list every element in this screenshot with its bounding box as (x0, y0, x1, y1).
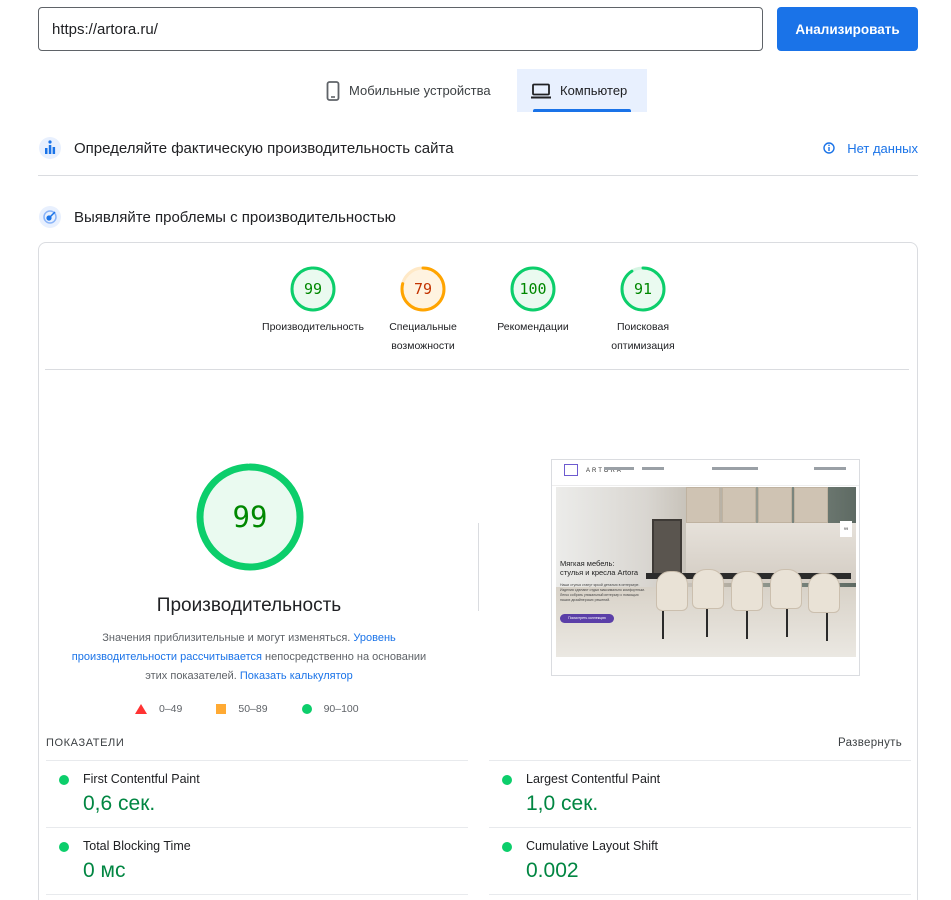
metric-name: Cumulative Layout Shift (526, 839, 659, 853)
performance-big-gauge: 99 (196, 463, 304, 571)
legend-average: 50–89 (216, 703, 268, 715)
pass-indicator-icon (502, 842, 512, 852)
pass-indicator-icon (502, 775, 512, 785)
vertical-separator (478, 523, 479, 611)
pass-indicator-icon (59, 775, 69, 785)
screenshot-headline: Мягкая мебель: стулья и кресла Artora (560, 559, 638, 577)
field-data-title: Определяйте фактическую производительнос… (74, 139, 454, 157)
screenshot-hero: Мягкая мебель: стулья и кресла Artora Наш… (556, 487, 856, 657)
tab-desktop[interactable]: Компьютер (517, 69, 647, 112)
lab-data-title: Выявляйте проблемы с производительностью (74, 208, 396, 226)
metric-tbt: Total Blocking Time 0 мс (46, 827, 468, 894)
pass-indicator-icon (59, 842, 69, 852)
artora-logo-icon (564, 464, 578, 476)
tab-mobile-label: Мобильные устройства (349, 83, 491, 98)
screenshot-body: Наши стулья станут яркой деталью в интер… (560, 583, 645, 602)
field-data-icon (38, 136, 62, 160)
square-icon (216, 704, 227, 714)
lab-data-icon (38, 205, 62, 229)
analyze-button[interactable]: Анализировать (777, 7, 918, 51)
gauge-accessibility-ring: 79 (400, 266, 446, 312)
metric-value: 1,0 сек. (526, 792, 599, 815)
page-screenshot: ARTORA Мягкая мебель: стулья и кресла Ar… (551, 459, 860, 676)
circle-icon (301, 704, 312, 714)
metric-name: Largest Contentful Paint (526, 772, 661, 786)
smartphone-icon (326, 80, 340, 101)
tab-mobile[interactable]: Мобильные устройства (316, 69, 512, 112)
gauge-performance-label: Производительность (262, 321, 364, 333)
url-input[interactable] (38, 7, 763, 51)
triangle-icon (135, 704, 147, 714)
no-data-link[interactable]: Нет данных (823, 141, 918, 156)
laptop-icon (531, 83, 551, 99)
legend-pass: 90–100 (301, 703, 359, 715)
metric-value: 0.002 (526, 859, 579, 882)
field-data-section: Определяйте фактическую производительнос… (38, 135, 918, 161)
performance-title: Производительность (156, 595, 342, 616)
calculator-link[interactable]: Показать калькулятор (240, 670, 353, 682)
gauge-best-practices-label: Рекомендации (497, 321, 569, 333)
gauge-seo[interactable]: 91 Поисковая оптимизация (588, 265, 698, 356)
tab-desktop-label: Компьютер (560, 83, 628, 98)
gauge-performance-value: 99 (304, 280, 322, 298)
gauge-accessibility[interactable]: 79 Специальные возможности (368, 265, 478, 356)
gauge-performance[interactable]: 99 Производительность (258, 265, 368, 337)
report-card: 99 Производительность 79 Специальные возм… (38, 242, 918, 900)
gauge-best-practices[interactable]: 100 Рекомендации (478, 265, 588, 337)
gauge-accessibility-value: 79 (414, 280, 432, 298)
metric-cls: Cumulative Layout Shift 0.002 (489, 827, 911, 894)
legend-fail: 0–49 (135, 703, 182, 715)
expand-toggle[interactable]: Развернуть (838, 737, 902, 749)
section-divider (38, 175, 918, 176)
metric-value: 0 мс (83, 859, 126, 882)
performance-note: Значения приблизительные и могут изменят… (71, 632, 427, 682)
card-divider (45, 369, 909, 370)
metrics-title: ПОКАЗАТЕЛИ (46, 737, 125, 749)
gauge-accessibility-label: Специальные возможности (389, 321, 457, 352)
performance-big-score: 99 (233, 500, 268, 534)
lab-section: Выявляйте проблемы с производительностью (38, 204, 918, 230)
gauge-performance-ring: 99 (290, 266, 336, 312)
screenshot-side-badge: 99 (840, 521, 852, 537)
gauge-seo-label: Поисковая оптимизация (611, 321, 675, 352)
metric-name: Total Blocking Time (83, 839, 191, 853)
metric-value: 0,6 сек. (83, 792, 156, 815)
info-icon (823, 142, 835, 154)
gauge-seo-ring: 91 (620, 266, 666, 312)
screenshot-cta: Посмотреть коллекцию (560, 614, 614, 623)
screenshot-header: ARTORA (552, 460, 859, 486)
gauge-seo-value: 91 (634, 280, 652, 298)
metric-row-divider (46, 894, 468, 895)
metric-row-divider (489, 894, 911, 895)
metric-name: First Contentful Paint (83, 772, 200, 786)
metric-lcp: Largest Contentful Paint 1,0 сек. (489, 760, 911, 827)
score-legend: 0–49 50–89 90–100 (135, 703, 393, 715)
gauge-best-practices-ring: 100 (510, 266, 556, 312)
no-data-label: Нет данных (847, 140, 918, 156)
metric-fcp: First Contentful Paint 0,6 сек. (46, 760, 468, 827)
gauge-best-practices-value: 100 (519, 280, 546, 298)
